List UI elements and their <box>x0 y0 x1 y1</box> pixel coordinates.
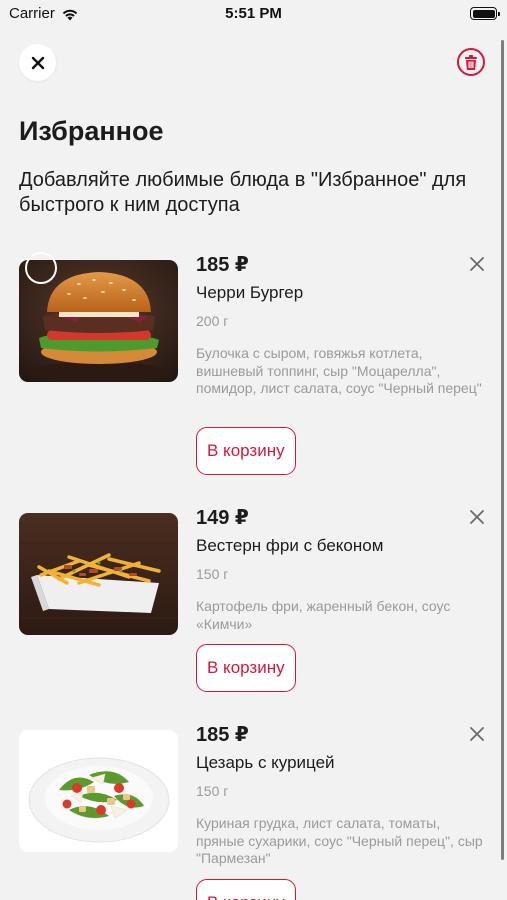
item-description: Картофель фри, жаренный бекон, соус «Ким… <box>196 598 451 632</box>
add-to-cart-button[interactable]: В корзину <box>196 879 296 900</box>
fries-image[interactable] <box>19 513 178 635</box>
close-button[interactable] <box>19 44 56 81</box>
remove-item-icon[interactable] <box>469 509 485 525</box>
favorite-toggle[interactable] <box>25 252 57 284</box>
item-weight: 200 г <box>196 313 229 329</box>
item-description: Куриная грудка, лист салата, томаты, пря… <box>196 815 483 866</box>
battery-icon <box>470 7 500 20</box>
item-price: 185 ₽ <box>196 254 249 276</box>
status-time: 5:51 PM <box>225 5 282 22</box>
page-subtitle: Добавляйте любимые блюда в "Избранное" д… <box>19 169 467 216</box>
clear-favorites-button[interactable] <box>457 48 485 76</box>
fries-photo <box>19 513 178 635</box>
remove-item-icon[interactable] <box>469 726 485 742</box>
item-description: Булочка с сыром, говяжья котлета, вишнев… <box>196 345 482 396</box>
item-weight: 150 г <box>196 783 229 799</box>
trash-icon <box>465 54 477 70</box>
add-to-cart-button[interactable]: В корзину <box>196 644 296 692</box>
salad-photo <box>19 730 178 852</box>
item-price: 149 ₽ <box>196 507 249 529</box>
page-title: Избранное <box>19 116 164 146</box>
item-name: Черри Бургер <box>196 283 304 302</box>
add-to-cart-button[interactable]: В корзину <box>196 427 296 475</box>
scrollbar[interactable] <box>501 40 504 860</box>
battery-level <box>472 9 495 18</box>
remove-item-icon[interactable] <box>469 256 485 272</box>
status-bar: Carrier 5:51 PM <box>0 0 507 28</box>
item-name: Цезарь с курицей <box>196 753 335 772</box>
item-weight: 150 г <box>196 566 229 582</box>
salad-image[interactable] <box>19 730 178 852</box>
favorites-screen: Carrier 5:51 PM Избранное Добавляйте люб… <box>0 0 507 900</box>
item-name: Вестерн фри с беконом <box>196 536 384 555</box>
close-icon <box>31 56 44 69</box>
item-price: 185 ₽ <box>196 724 249 746</box>
